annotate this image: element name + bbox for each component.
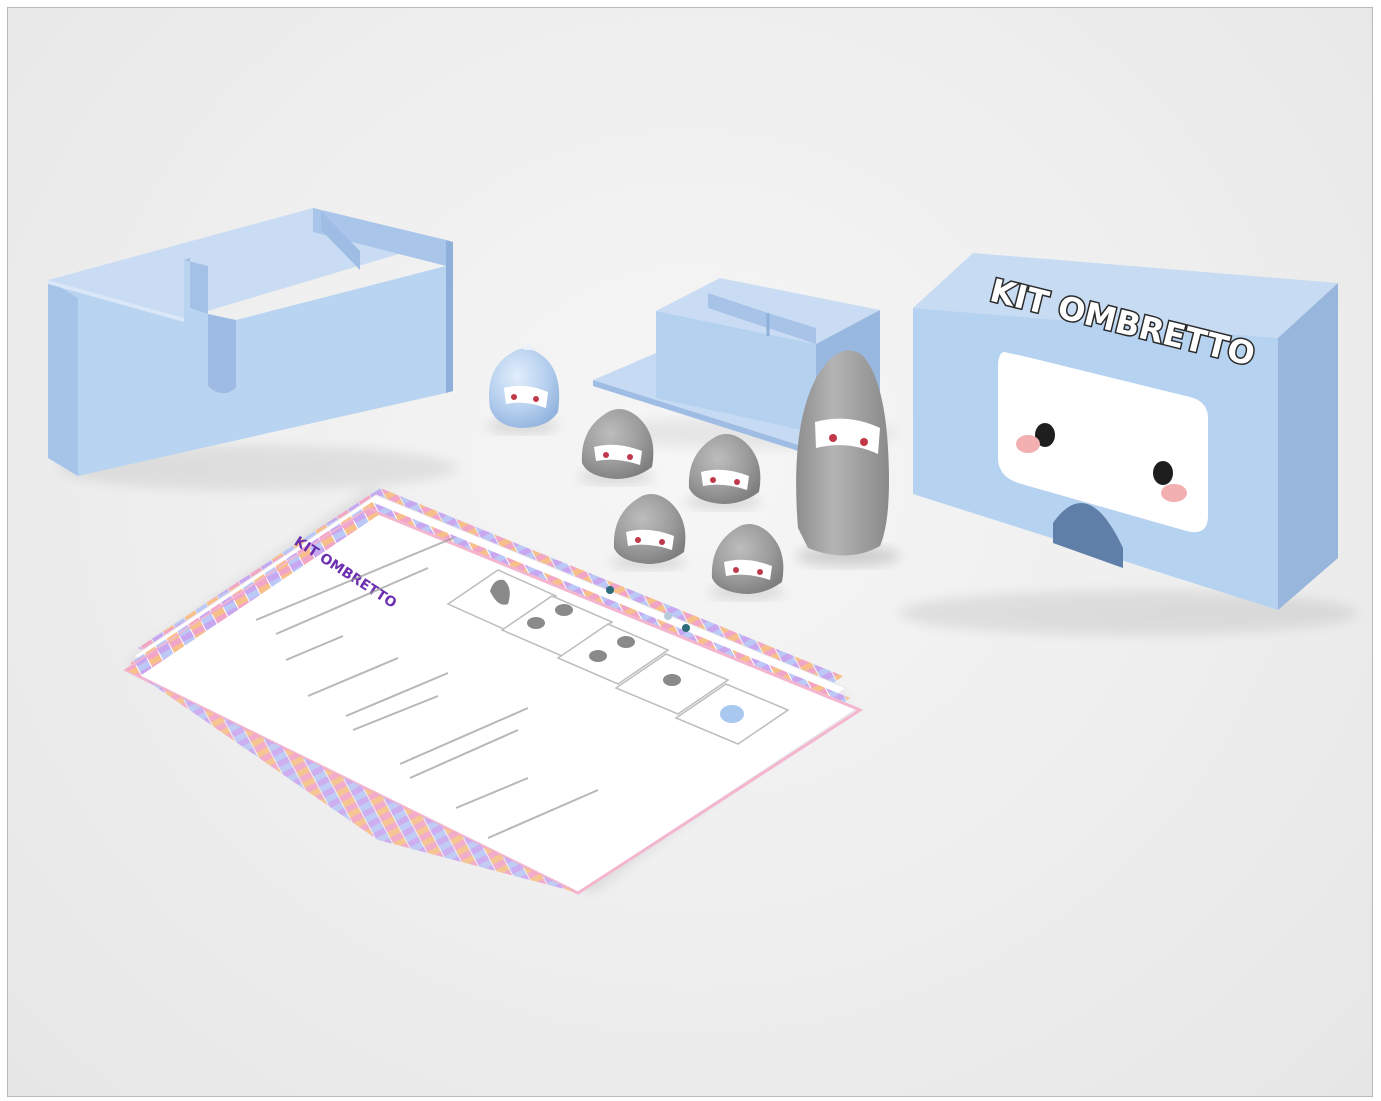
gray-pawn bbox=[578, 409, 654, 484]
card-holder-box bbox=[48, 208, 458, 490]
lidded-box: KIT OMBRETTO bbox=[898, 253, 1358, 635]
gray-pawn bbox=[708, 524, 784, 599]
blue-pawn bbox=[487, 344, 560, 433]
scene: KIT OMBRETTO KIT OMBRETTO bbox=[48, 208, 1358, 895]
product-render: KIT OMBRETTO KIT OMBRETTO bbox=[7, 7, 1373, 1097]
eye-icon bbox=[1153, 461, 1173, 485]
gray-pawn bbox=[610, 494, 686, 569]
